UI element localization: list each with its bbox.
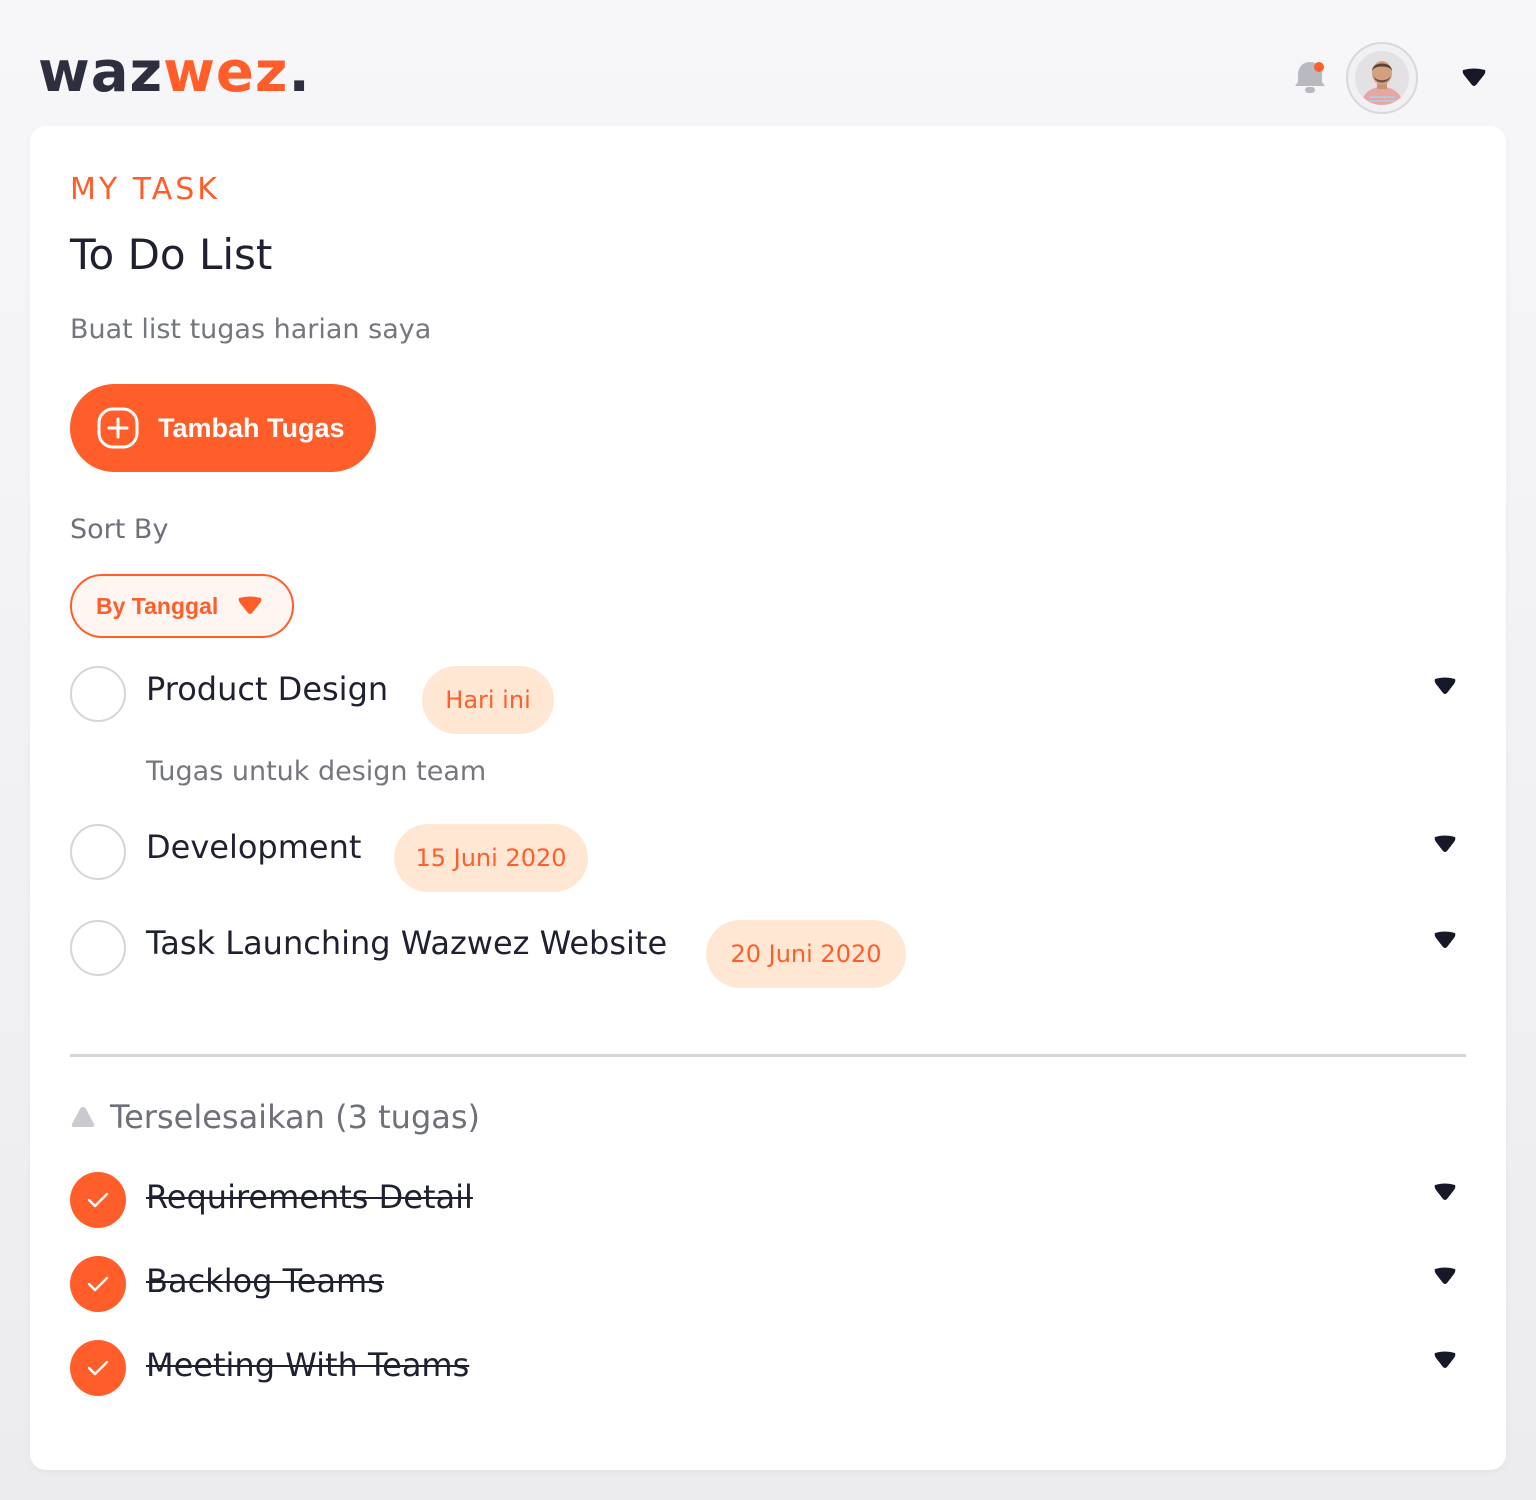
user-avatar[interactable] [1346, 42, 1418, 114]
page-title: To Do List [70, 230, 273, 279]
expand-caret-icon[interactable] [1432, 1350, 1458, 1372]
task-title[interactable]: Product Design [146, 670, 388, 708]
page-subtitle: Buat list tugas harian saya [70, 314, 432, 345]
task-item: Task Launching Wazwez Website 20 Juni 20… [70, 920, 1466, 990]
due-badge: 20 Juni 2020 [706, 920, 906, 988]
logo-part-1: waz [38, 40, 164, 105]
task-title[interactable]: Meeting With Teams [146, 1346, 469, 1384]
checkmark-icon [87, 1192, 109, 1208]
app-logo[interactable]: wazwez. [38, 38, 311, 108]
task-item: Development 15 Juni 2020 [70, 824, 1466, 894]
completed-task-item: Meeting With Teams [70, 1340, 1466, 1396]
add-task-button[interactable]: Tambah Tugas [70, 384, 376, 472]
section-divider [70, 1054, 1466, 1057]
completed-section-label: Terselesaikan (3 tugas) [110, 1098, 481, 1136]
collapse-triangle-icon [70, 1105, 96, 1129]
expand-caret-icon[interactable] [1432, 834, 1458, 856]
sort-label: Sort By [70, 514, 169, 545]
task-title[interactable]: Requirements Detail [146, 1178, 473, 1216]
task-title[interactable]: Development [146, 828, 361, 866]
logo-dot: . [288, 40, 311, 105]
task-checkbox-checked[interactable] [70, 1340, 126, 1396]
task-checkbox[interactable] [70, 920, 126, 976]
sort-dropdown[interactable]: By Tanggal [70, 574, 294, 638]
task-description: Tugas untuk design team [146, 756, 487, 787]
completed-section-toggle[interactable]: Terselesaikan (3 tugas) [70, 1098, 480, 1136]
caret-down-icon [236, 595, 264, 617]
account-menu-caret-icon[interactable] [1460, 66, 1488, 90]
completed-task-item: Backlog Teams [70, 1256, 1466, 1312]
completed-task-item: Requirements Detail [70, 1172, 1466, 1228]
expand-caret-icon[interactable] [1432, 1266, 1458, 1288]
checkmark-icon [87, 1360, 109, 1376]
task-title[interactable]: Backlog Teams [146, 1262, 384, 1300]
section-eyebrow: MY TASK [70, 172, 220, 207]
expand-caret-icon[interactable] [1432, 1182, 1458, 1204]
due-badge: Hari ini [422, 666, 554, 734]
task-checkbox-checked[interactable] [70, 1256, 126, 1312]
task-title[interactable]: Task Launching Wazwez Website [146, 924, 667, 962]
checkmark-icon [87, 1276, 109, 1292]
due-badge: 15 Juni 2020 [394, 824, 588, 892]
bell-icon[interactable] [1292, 58, 1328, 96]
avatar-photo [1355, 51, 1409, 105]
expand-caret-icon[interactable] [1432, 676, 1458, 698]
plus-circle-icon [96, 406, 140, 450]
expand-caret-icon[interactable] [1432, 930, 1458, 952]
task-checkbox[interactable] [70, 666, 126, 722]
task-card: MY TASK To Do List Buat list tugas haria… [30, 126, 1506, 1470]
logo-part-2: wez [163, 40, 289, 105]
add-task-label: Tambah Tugas [158, 412, 345, 443]
task-checkbox-checked[interactable] [70, 1172, 126, 1228]
sort-selected-value: By Tanggal [96, 592, 219, 619]
task-checkbox[interactable] [70, 824, 126, 880]
